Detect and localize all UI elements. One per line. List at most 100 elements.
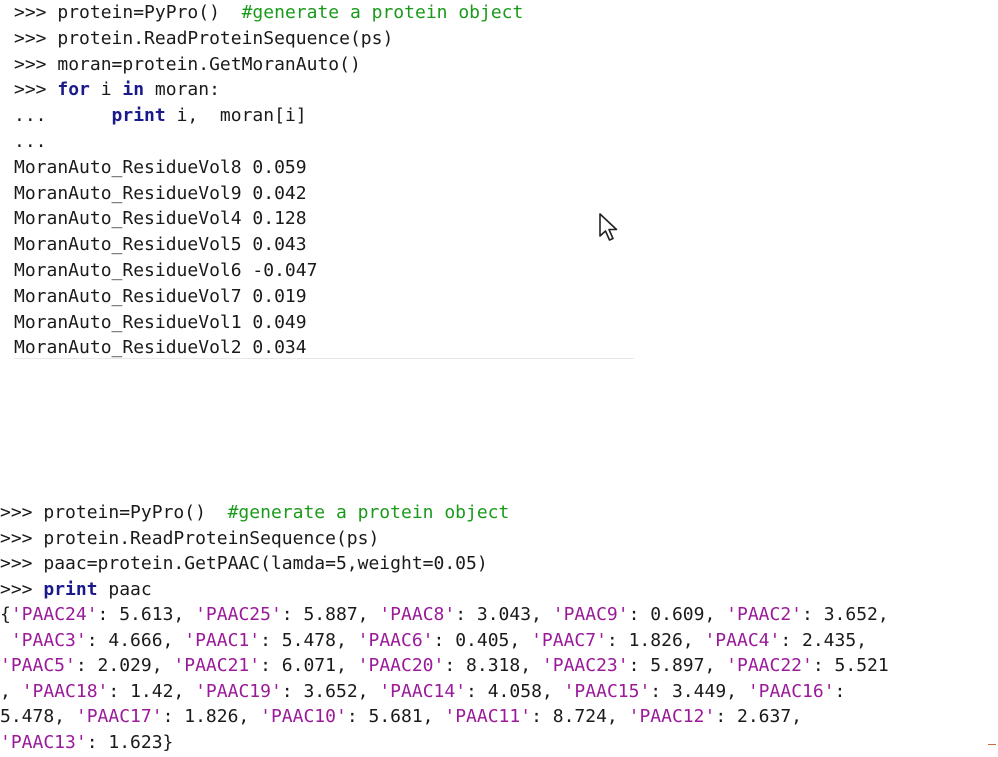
dict-value: : 8.724, xyxy=(531,706,629,727)
dict-key: 'PAAC24' xyxy=(10,604,98,625)
dict-value: : 5.887, xyxy=(281,604,380,625)
mouse-pointer-icon xyxy=(599,213,618,241)
dict-value: : 1.826, xyxy=(162,706,261,727)
console-output-line: 'PAAC3': 4.666, 'PAAC1': 5.478, 'PAAC6':… xyxy=(0,628,998,654)
console-input-line: ... print i, moran[i] xyxy=(14,103,634,129)
dict-key: 'PAAC23' xyxy=(541,655,629,676)
code-text: moran: xyxy=(144,79,220,101)
dict-value: : 3.652, xyxy=(802,604,889,625)
dict-key: 'PAAC11' xyxy=(444,706,532,727)
dict-key: 'PAAC20' xyxy=(357,655,445,676)
dict-value: : xyxy=(834,680,846,702)
console-input-line: >>> protein=PyPro() #generate a protein … xyxy=(14,0,634,26)
code-keyword: in xyxy=(122,79,145,101)
dict-key: 'PAAC16' xyxy=(747,680,835,702)
dict-key: 'PAAC3' xyxy=(10,629,87,651)
code-comment: #generate a protein object xyxy=(227,502,510,523)
console-input-line: >>> paac=protein.GetPAAC(lamda=5,weight=… xyxy=(0,551,998,577)
console-output-line: MoranAuto_ResidueVol1 0.049 xyxy=(14,311,307,333)
dict-key: 'PAAC7' xyxy=(531,629,607,651)
code-keyword: print xyxy=(111,105,166,127)
dict-key: 'PAAC21' xyxy=(173,655,261,676)
dict-value: : 5.681, xyxy=(346,706,445,727)
dict-value: : 3.043, xyxy=(455,604,553,625)
console-output-line: MoranAuto_ResidueVol2 0.034 xyxy=(14,337,307,359)
dict-key: 'PAAC13' xyxy=(0,731,87,753)
dict-value: : 4.058, xyxy=(466,680,564,702)
dict-value: : 0.609, xyxy=(628,604,727,625)
console-pane-paac: >>> protein=PyPro() #generate a protein … xyxy=(0,500,998,757)
code-text: i, moran[i] xyxy=(165,105,307,127)
dict-value: { xyxy=(0,604,11,625)
code-text: moran=protein.GetMoranAuto() xyxy=(57,53,361,75)
code-text: protein.ReadProteinSequence(ps) xyxy=(57,27,394,49)
console-input-line: >>> protein.ReadProteinSequence(ps) xyxy=(14,26,634,52)
dict-value: : 6.071, xyxy=(260,655,358,676)
code-keyword: print xyxy=(43,578,98,600)
dict-key: 'PAAC18' xyxy=(21,680,109,702)
console-output-line: {'PAAC24': 5.613, 'PAAC25': 5.887, 'PAAC… xyxy=(0,602,998,628)
dict-value: : 5.521 xyxy=(812,655,889,676)
dict-value: : 0.405, xyxy=(433,629,532,651)
console-input-line: >>> protein=PyPro() #generate a protein … xyxy=(0,500,998,526)
console-prompt: ... xyxy=(14,130,47,152)
dict-key: 'PAAC10' xyxy=(260,706,347,727)
code-text: protein=PyPro() xyxy=(43,502,228,523)
console-output-line: MoranAuto_ResidueVol9 0.042 xyxy=(14,182,307,204)
code-text: protein.ReadProteinSequence(ps) xyxy=(43,527,380,549)
console-prompt: >>> xyxy=(14,53,58,75)
console-prompt: >>> xyxy=(14,79,58,101)
dict-value: : 1.623} xyxy=(86,731,174,753)
console-prompt: ... xyxy=(14,105,112,127)
console-input-line: >>> for i in moran: xyxy=(14,77,634,103)
dict-key: 'PAAC19' xyxy=(195,680,282,702)
dict-value: : 4.666, xyxy=(86,629,185,651)
console-output-line: MoranAuto_ResidueVol8 0.059 xyxy=(14,156,307,178)
dict-value: : 2.637, xyxy=(715,706,803,727)
dict-key: 'PAAC9' xyxy=(552,604,629,625)
console-prompt: >>> xyxy=(14,2,58,23)
dict-value: : 1.826, xyxy=(606,629,705,651)
code-keyword: for xyxy=(57,79,90,101)
dict-key: 'PAAC15' xyxy=(563,680,651,702)
console-output-line: MoranAuto_ResidueVol7 0.019 xyxy=(14,285,307,307)
console-output-line: 'PAAC13': 1.623} xyxy=(0,730,998,756)
dict-key: 'PAAC22' xyxy=(726,655,813,676)
console-output-line: , 'PAAC18': 1.42, 'PAAC19': 3.652, 'PAAC… xyxy=(0,679,998,705)
dict-key: 'PAAC2' xyxy=(726,604,803,625)
code-text: i xyxy=(89,79,123,101)
dict-key: 'PAAC12' xyxy=(628,706,716,727)
code-text: protein=PyPro() xyxy=(57,2,242,23)
console-prompt: >>> xyxy=(0,527,44,549)
dict-key: 'PAAC1' xyxy=(184,629,261,651)
dict-key: 'PAAC17' xyxy=(75,706,163,727)
dict-key: 'PAAC5' xyxy=(0,655,76,676)
dict-value: : 8.318, xyxy=(444,655,542,676)
console-pane-moran: >>> protein=PyPro() #generate a protein … xyxy=(14,0,634,359)
dict-value: 5.478, xyxy=(0,706,76,727)
console-output-line: MoranAuto_ResidueVol6 -0.047 xyxy=(14,259,318,281)
dict-value: : 2.435, xyxy=(780,629,868,651)
dict-key: 'PAAC6' xyxy=(357,629,434,651)
dict-value xyxy=(0,630,11,651)
console-prompt: >>> xyxy=(0,553,44,574)
dict-value: : 2.029, xyxy=(75,655,174,676)
window-edge-mark xyxy=(988,744,996,745)
dict-key: 'PAAC8' xyxy=(379,604,456,625)
dict-value: : 5.478, xyxy=(260,629,358,651)
dict-key: 'PAAC25' xyxy=(195,604,282,625)
console-input-line: ... xyxy=(14,129,634,155)
dict-value: : 1.42, xyxy=(108,680,196,702)
console-input-line: >>> print paac xyxy=(0,577,998,603)
console-prompt: >>> xyxy=(0,502,44,523)
console-output-line: MoranAuto_ResidueVol4 0.128 xyxy=(14,208,307,230)
dict-key: 'PAAC14' xyxy=(379,680,467,702)
dict-value: : 5.613, xyxy=(97,604,196,625)
console-output-line: MoranAuto_ResidueVol5 0.043 xyxy=(14,234,307,256)
dict-value: , xyxy=(0,680,22,702)
code-text: paac xyxy=(97,578,152,600)
code-comment: #generate a protein object xyxy=(241,2,524,23)
console-input-line: >>> protein.ReadProteinSequence(ps) xyxy=(0,526,998,552)
dict-key: 'PAAC4' xyxy=(704,629,781,651)
dict-value: : 3.449, xyxy=(650,680,748,702)
